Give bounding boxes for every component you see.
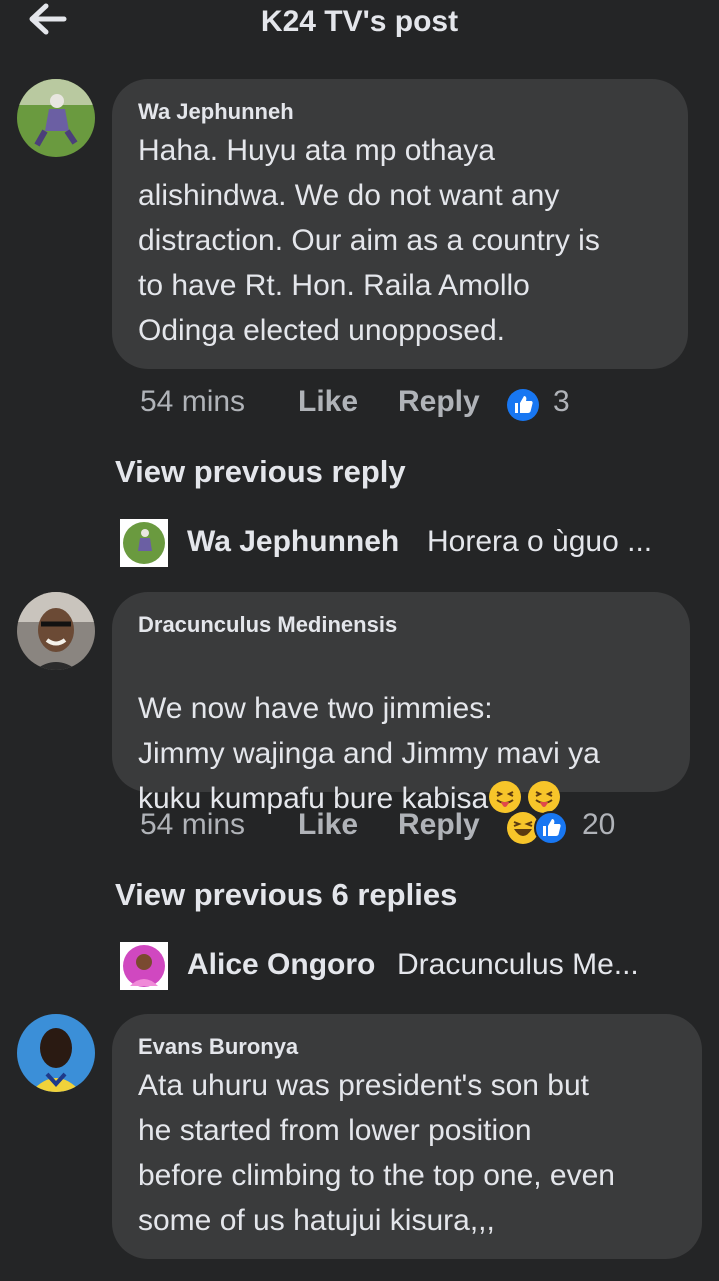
avatar-photo <box>17 1014 95 1092</box>
reactions-summary[interactable] <box>506 388 540 424</box>
comment-author[interactable]: Dracunculus Medinensis <box>138 612 397 638</box>
reply-author[interactable]: Wa Jephunneh <box>187 525 399 559</box>
avatar-photo <box>120 519 168 567</box>
reply-avatar <box>120 942 168 990</box>
comment-bubble[interactable]: Evans Buronya Ata uhuru was president's … <box>112 1014 702 1259</box>
comment-author[interactable]: Wa Jephunneh <box>138 99 294 125</box>
reply-avatar <box>120 519 168 567</box>
page-title: K24 TV's post <box>260 5 459 38</box>
reply-button[interactable]: Reply <box>398 808 480 842</box>
comment-bubble[interactable]: Wa Jephunneh Haha. Huyu ata mp othaya al… <box>112 79 688 369</box>
reply-button[interactable]: Reply <box>398 385 480 419</box>
comment-author[interactable]: Evans Buronya <box>138 1034 298 1060</box>
view-previous-replies[interactable]: View previous 6 replies <box>115 877 457 913</box>
comment-text: We now have two jimmies: Jimmy wajinga a… <box>138 641 600 821</box>
reply-snippet: Horera o ùguo ... <box>427 525 653 558</box>
comment-text: Haha. Huyu ata mp othaya alishindwa. We … <box>138 134 600 347</box>
reply-author[interactable]: Alice Ongoro <box>187 948 375 982</box>
comment-actions: 54 mins Like Reply 20 <box>140 808 700 848</box>
avatar-photo <box>17 79 95 157</box>
avatar-photo <box>17 592 95 670</box>
like-button[interactable]: Like <box>298 808 358 842</box>
like-reaction-icon <box>534 811 568 845</box>
avatar-dracunculus-medinensis[interactable] <box>17 592 95 670</box>
comment-time[interactable]: 54 mins <box>140 385 245 419</box>
avatar-wa-jephunneh[interactable] <box>17 79 95 157</box>
reaction-count[interactable]: 20 <box>582 808 615 842</box>
comment-time[interactable]: 54 mins <box>140 808 245 842</box>
reactions-summary[interactable] <box>506 811 568 847</box>
avatar-evans-buronya[interactable] <box>17 1014 95 1092</box>
reaction-count[interactable]: 3 <box>553 385 570 419</box>
reply-snippet: Dracunculus Me... <box>397 948 639 981</box>
view-previous-replies[interactable]: View previous reply <box>115 454 406 490</box>
avatar-photo <box>120 942 168 990</box>
comment-bubble[interactable]: Dracunculus Medinensis We now have two j… <box>112 592 690 815</box>
comment-text: Ata uhuru was president's son but he sta… <box>138 1069 615 1237</box>
like-button[interactable]: Like <box>298 385 358 419</box>
reply-preview[interactable]: Alice Ongoro Dracunculus Me... <box>120 942 700 990</box>
reply-preview[interactable]: Wa Jephunneh Horera o ùguo ... <box>120 519 700 567</box>
top-bar: K24 TV's post <box>0 0 719 50</box>
comment-actions: 54 mins Like Reply 3 <box>140 385 700 425</box>
like-reaction-icon <box>507 389 539 421</box>
